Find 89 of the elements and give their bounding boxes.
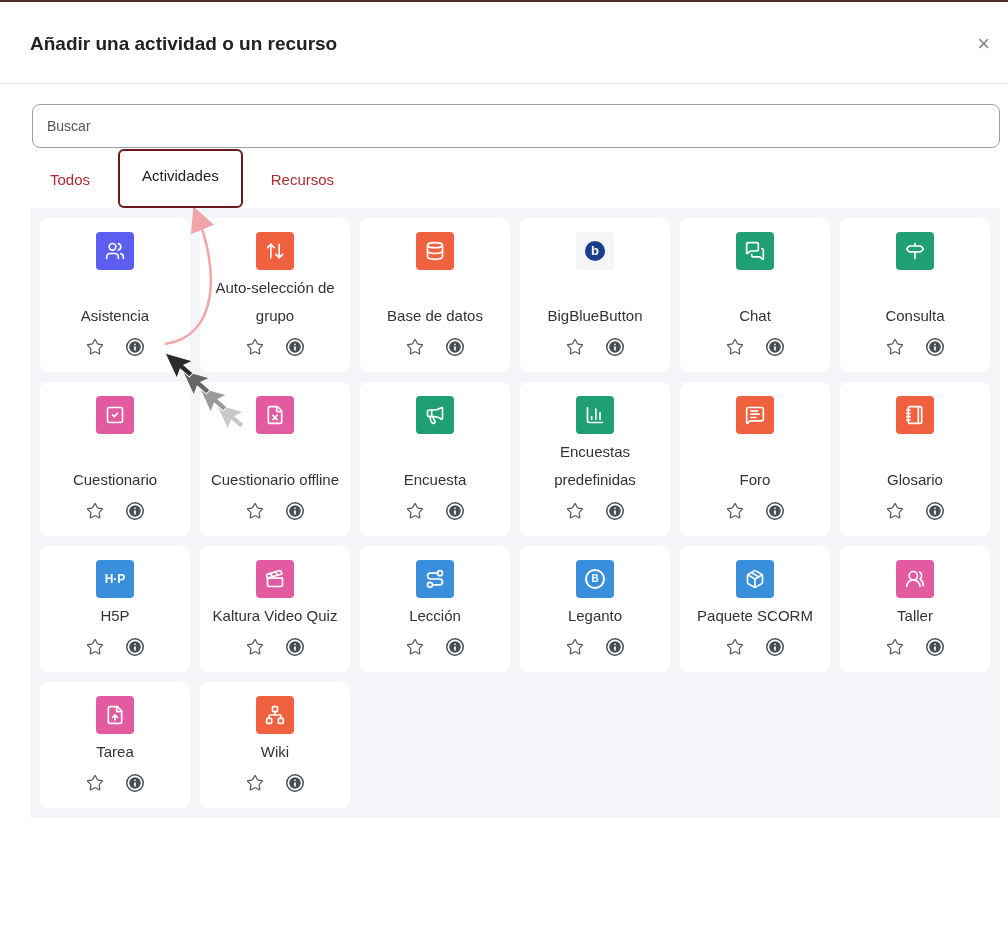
star-icon[interactable] [886, 337, 904, 356]
info-icon[interactable] [446, 501, 464, 520]
activity-card[interactable]: Encuesta [360, 381, 510, 536]
activity-name: Asistencia [79, 305, 151, 326]
logo-icon: B [576, 559, 614, 598]
info-icon[interactable] [766, 337, 784, 356]
info-icon[interactable] [606, 637, 624, 656]
info-icon[interactable] [126, 773, 144, 792]
activity-card[interactable]: H·P H5P [40, 545, 190, 672]
activity-name: Taller [896, 605, 934, 626]
activity-name: Kaltura Video Quiz [211, 605, 339, 626]
info-icon[interactable] [446, 337, 464, 356]
activity-card[interactable]: Asistencia [40, 217, 190, 372]
star-icon[interactable] [566, 501, 584, 520]
activity-card[interactable]: Encuestas predefinidas [520, 381, 670, 536]
info-icon[interactable] [766, 637, 784, 656]
info-icon[interactable] [766, 501, 784, 520]
info-icon[interactable] [126, 501, 144, 520]
star-icon[interactable] [726, 501, 744, 520]
info-icon[interactable] [126, 637, 144, 656]
info-icon[interactable] [286, 637, 304, 656]
activity-name: Glosario [886, 469, 944, 490]
star-icon[interactable] [246, 337, 264, 356]
star-icon[interactable] [246, 501, 264, 520]
star-icon[interactable] [86, 773, 104, 792]
activity-name: Tarea [95, 741, 135, 762]
close-button[interactable]: × [977, 33, 990, 56]
activity-name: Encuesta [402, 469, 468, 490]
activity-name: Wiki [259, 741, 291, 762]
star-icon[interactable] [246, 773, 264, 792]
info-icon[interactable] [286, 337, 304, 356]
activity-name: Auto-selección de grupo [214, 277, 336, 326]
activity-card[interactable]: Foro [680, 381, 830, 536]
activity-card[interactable]: Consulta [840, 217, 990, 372]
activity-card[interactable]: B Leganto [520, 545, 670, 672]
activity-name: BigBlueButton [546, 305, 644, 326]
star-icon[interactable] [86, 637, 104, 656]
star-icon[interactable] [566, 337, 584, 356]
info-icon[interactable] [126, 337, 144, 356]
search-field[interactable]: Buscar [32, 103, 1000, 148]
star-icon[interactable] [406, 501, 424, 520]
activity-name: Encuestas predefinidas [553, 441, 637, 490]
activity-name: Cuestionario offline [209, 469, 341, 490]
activity-card[interactable]: Auto-selección de grupo [200, 217, 350, 372]
star-icon[interactable] [886, 501, 904, 520]
star-icon[interactable] [86, 337, 104, 356]
info-icon[interactable] [286, 773, 304, 792]
logo-icon: b [576, 231, 614, 270]
info-icon[interactable] [926, 637, 944, 656]
activity-name: H5P [99, 605, 131, 626]
activity-card[interactable]: Taller [840, 545, 990, 672]
info-icon[interactable] [446, 637, 464, 656]
activity-name: Base de datos [386, 305, 484, 326]
info-icon[interactable] [606, 337, 624, 356]
activity-card[interactable]: Chat [680, 217, 830, 372]
activity-card[interactable]: Kaltura Video Quiz [200, 545, 350, 672]
star-icon[interactable] [886, 637, 904, 656]
activity-card[interactable]: Tarea [40, 681, 190, 808]
star-icon[interactable] [246, 637, 264, 656]
activity-card[interactable]: b BigBlueButton [520, 217, 670, 372]
tab[interactable]: Actividades [118, 149, 243, 208]
activity-card[interactable]: Lección [360, 545, 510, 672]
activity-card[interactable]: Glosario [840, 381, 990, 536]
star-icon[interactable] [566, 637, 584, 656]
info-icon[interactable] [926, 501, 944, 520]
star-icon[interactable] [86, 501, 104, 520]
info-icon[interactable] [926, 337, 944, 356]
activity-card[interactable]: Paquete SCORM [680, 545, 830, 672]
activity-name: Cuestionario [71, 469, 159, 490]
dialog-title: Añadir una actividad o un recurso [30, 32, 338, 56]
star-icon[interactable] [406, 337, 424, 356]
activity-card[interactable]: Cuestionario [40, 381, 190, 536]
star-icon[interactable] [726, 637, 744, 656]
activity-card[interactable]: Base de datos [360, 217, 510, 372]
activity-name: Foro [738, 469, 772, 490]
tab[interactable]: Todos [36, 169, 105, 208]
activity-card[interactable]: Cuestionario offline [200, 381, 350, 536]
info-icon[interactable] [286, 501, 304, 520]
tab[interactable]: Recursos [256, 169, 349, 208]
activity-name: Leganto [566, 605, 624, 626]
star-icon[interactable] [726, 337, 744, 356]
star-icon[interactable] [406, 637, 424, 656]
logo-icon: H·P [96, 559, 134, 598]
activity-name: Chat [738, 305, 772, 326]
activity-card[interactable]: Wiki [200, 681, 350, 808]
activity-name: Consulta [884, 305, 946, 326]
activity-name: Lección [408, 605, 462, 626]
info-icon[interactable] [606, 501, 624, 520]
activity-name: Paquete SCORM [696, 605, 814, 626]
